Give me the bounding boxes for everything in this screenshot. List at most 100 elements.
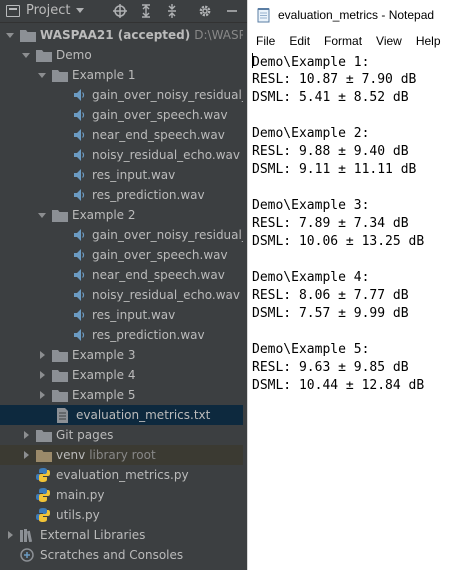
expand-arrow-icon[interactable] <box>4 529 16 541</box>
tree-item-label: Example 2 <box>72 208 136 222</box>
tree-item-label: res_prediction.wav <box>92 188 205 202</box>
tree-item-demo[interactable]: Demo <box>0 45 247 65</box>
tree-item-label: Git pages <box>56 428 114 442</box>
tree-item-label: Example 1 <box>72 68 136 82</box>
tree-item-file[interactable]: noisy_residual_echo.wav <box>0 285 247 305</box>
audio-file-icon <box>72 288 88 302</box>
tree-item-file[interactable]: res_prediction.wav <box>0 325 247 345</box>
tree-item-label: near_end_speech.wav <box>92 128 225 142</box>
tree-item-file[interactable]: gain_over_speech.wav <box>0 105 247 125</box>
text-line: RESL: 8.06 ± 7.77 dB <box>252 288 409 303</box>
menu-file[interactable]: File <box>249 32 282 50</box>
tree-item-eval-txt[interactable]: evaluation_metrics.txt <box>0 405 247 425</box>
tree-item-label: evaluation_metrics.txt <box>76 408 211 422</box>
tree-item-file[interactable]: gain_over_noisy_residual_ech <box>0 85 247 105</box>
tree-item-example-2[interactable]: Example 2 <box>0 205 247 225</box>
audio-file-icon <box>72 268 88 282</box>
tree-item-file[interactable]: res_input.wav <box>0 305 247 325</box>
expand-arrow-icon[interactable] <box>20 449 32 461</box>
project-title: Project <box>26 3 71 18</box>
tree-item-label: Demo <box>56 48 92 62</box>
audio-file-icon <box>72 168 88 182</box>
expand-arrow-icon[interactable] <box>36 209 48 221</box>
tree-item-label: venv <box>56 448 86 462</box>
tree-item-main-py[interactable]: main.py <box>0 485 247 505</box>
expand-arrow-icon[interactable] <box>36 389 48 401</box>
audio-file-icon <box>72 128 88 142</box>
tree-item-git-pages[interactable]: Git pages <box>0 425 247 445</box>
expand-all-icon[interactable] <box>138 3 154 19</box>
tree-item-file[interactable]: gain_over_noisy_residual_ech <box>0 225 247 245</box>
menu-help[interactable]: Help <box>409 32 448 50</box>
tree-item-label: gain_over_noisy_residual_ech <box>92 88 247 102</box>
folder-icon <box>36 428 52 442</box>
text-line: DSML: 10.06 ± 13.25 dB <box>252 234 425 249</box>
expand-arrow-icon[interactable] <box>36 349 48 361</box>
text-line <box>252 179 452 197</box>
text-line: Demo\Example 5: <box>252 342 370 357</box>
tree-item-example-1[interactable]: Example 1 <box>0 65 247 85</box>
menu-view[interactable]: View <box>369 32 409 50</box>
tree-item-label: Scratches and Consoles <box>40 548 184 562</box>
tree-item-label: res_input.wav <box>92 168 176 182</box>
notepad-titlebar[interactable]: evaluation_metrics - Notepad <box>248 0 454 30</box>
text-line: DSML: 5.41 ± 8.52 dB <box>252 90 409 105</box>
menu-format[interactable]: Format <box>317 32 369 50</box>
tree-item-example-4[interactable]: Example 4 <box>0 365 247 385</box>
expand-arrow-icon[interactable] <box>36 69 48 81</box>
folder-icon <box>52 368 68 382</box>
tree-item-label: utils.py <box>56 508 100 522</box>
expand-arrow-icon[interactable] <box>20 49 32 61</box>
tree-item-label: gain_over_speech.wav <box>92 248 228 262</box>
tree-item-venv[interactable]: venv library root <box>0 445 247 465</box>
expand-arrow-icon[interactable] <box>20 429 32 441</box>
locate-icon[interactable] <box>112 3 128 19</box>
tree-item-file[interactable]: res_input.wav <box>0 165 247 185</box>
tree-item-utils-py[interactable]: utils.py <box>0 505 247 525</box>
tree-item-file[interactable]: res_prediction.wav <box>0 185 247 205</box>
notepad-icon <box>256 7 272 23</box>
tree-item-label: main.py <box>56 488 105 502</box>
tree-item-label: evaluation_metrics.py <box>56 468 189 482</box>
project-icon <box>6 4 20 17</box>
tree-item-root[interactable]: WASPAA21 (accepted) D:\WASPAA21 <box>0 25 247 45</box>
tree-item-file[interactable]: near_end_speech.wav <box>0 265 247 285</box>
tree-item-label: Example 4 <box>72 368 136 382</box>
tree-item-label: gain_over_speech.wav <box>92 108 228 122</box>
notepad-menubar: File Edit Format View Help <box>248 31 454 51</box>
notepad-text-area[interactable]: Demo\Example 1: RESL: 10.87 ± 7.90 dB DS… <box>252 53 452 563</box>
tree-item-example-5[interactable]: Example 5 <box>0 385 247 405</box>
tree-item-label: External Libraries <box>40 528 146 542</box>
text-line: DSML: 9.11 ± 11.11 dB <box>252 162 417 177</box>
project-view-selector[interactable]: Project <box>6 3 85 18</box>
python-file-icon <box>36 488 52 502</box>
audio-file-icon <box>72 228 88 242</box>
gear-icon[interactable] <box>197 3 213 19</box>
tree-item-eval-py[interactable]: evaluation_metrics.py <box>0 465 247 485</box>
notepad-title: evaluation_metrics - Notepad <box>278 8 435 22</box>
expand-arrow-icon[interactable] <box>36 369 48 381</box>
text-line: RESL: 9.63 ± 9.85 dB <box>252 360 409 375</box>
folder-icon <box>36 48 52 62</box>
text-line: Demo\Example 2: <box>252 126 370 141</box>
tree-item-file[interactable]: near_end_speech.wav <box>0 125 247 145</box>
tree-item-scratches[interactable]: Scratches and Consoles <box>0 545 247 565</box>
tree-item-label: noisy_residual_echo.wav <box>92 148 240 162</box>
menu-edit[interactable]: Edit <box>282 32 317 50</box>
text-line <box>252 107 452 125</box>
tree-item-example-3[interactable]: Example 3 <box>0 345 247 365</box>
expand-arrow-icon[interactable] <box>4 29 16 41</box>
library-root-hint: library root <box>89 448 156 462</box>
chevron-down-icon <box>76 8 85 13</box>
text-line: RESL: 9.88 ± 9.40 dB <box>252 144 409 159</box>
tree-item-external-libraries[interactable]: External Libraries <box>0 525 247 545</box>
python-file-icon <box>36 508 52 522</box>
hide-icon[interactable] <box>224 3 240 19</box>
text-line: RESL: 7.89 ± 7.34 dB <box>252 216 409 231</box>
text-line <box>252 251 452 269</box>
tree-item-file[interactable]: gain_over_speech.wav <box>0 245 247 265</box>
library-folder-icon <box>36 448 52 462</box>
text-line: Demo\Example 1: <box>252 53 370 70</box>
tree-item-file[interactable]: noisy_residual_echo.wav <box>0 145 247 165</box>
collapse-all-icon[interactable] <box>164 3 180 19</box>
